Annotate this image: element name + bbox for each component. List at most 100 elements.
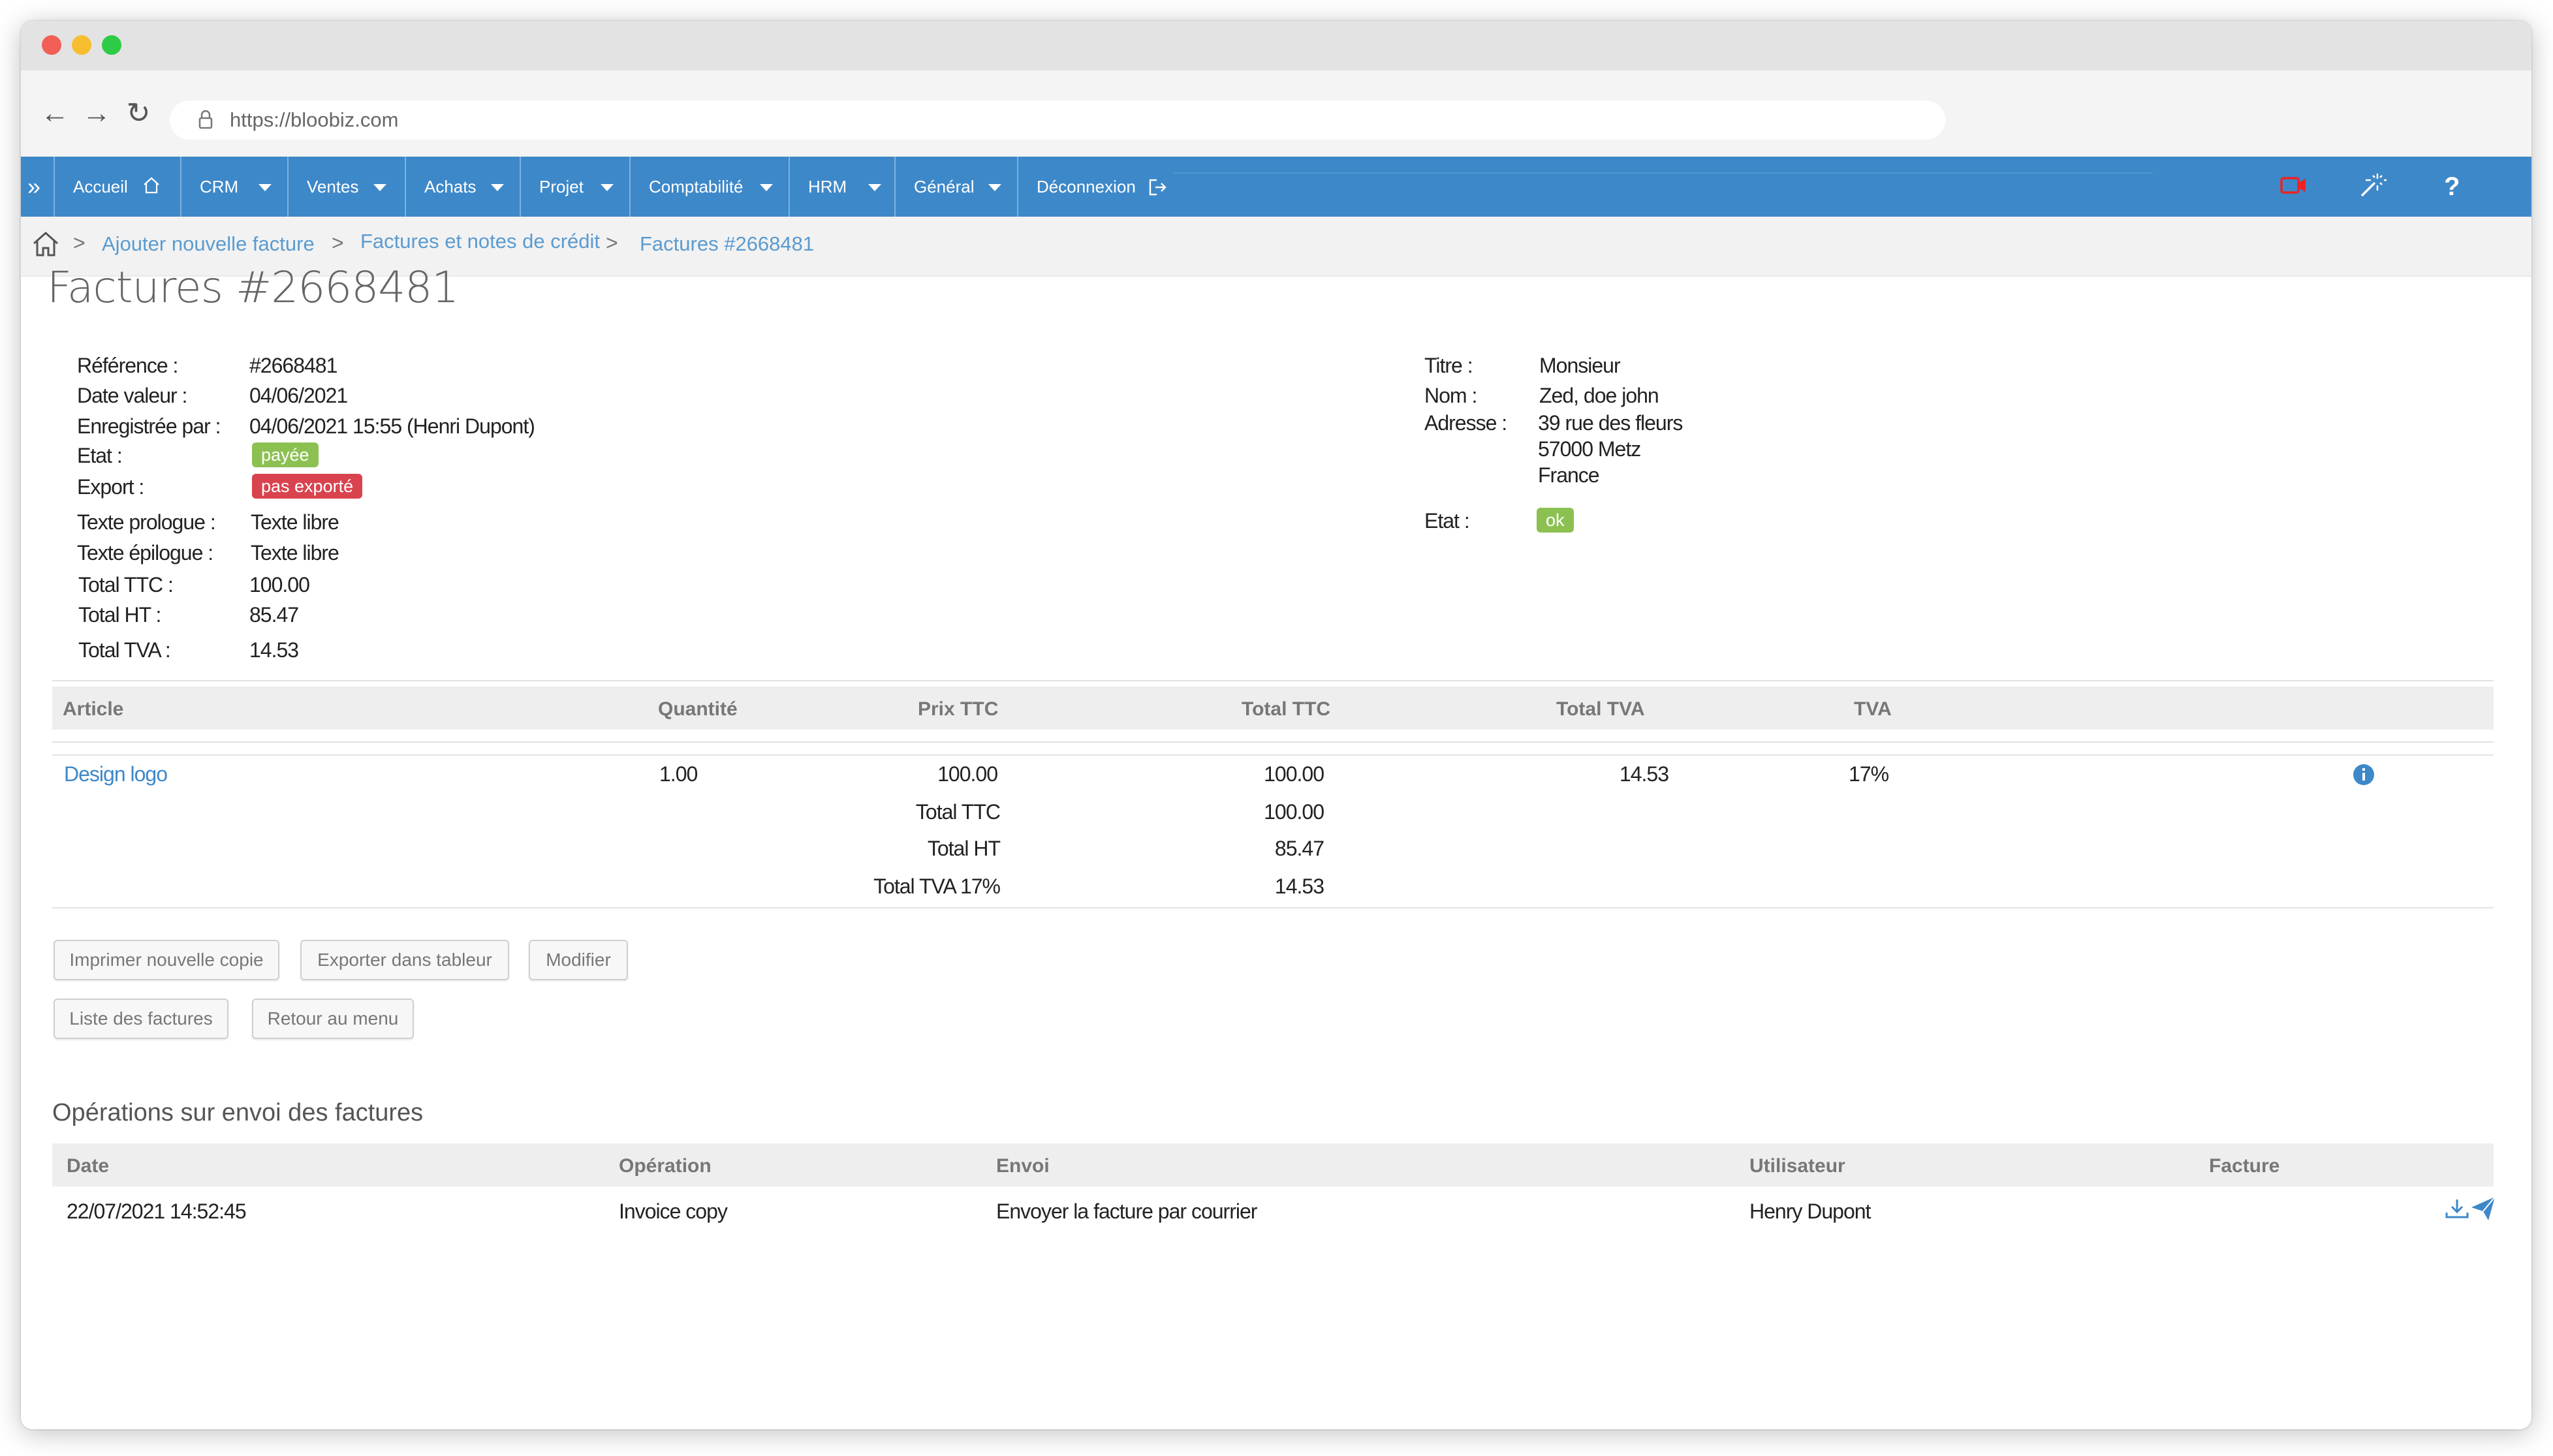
chevron-down-icon <box>760 184 773 191</box>
summary-total-tva-label: Total TVA 17% <box>873 875 1001 898</box>
chevron-down-icon <box>601 184 614 191</box>
total-ht-label: Total HT : <box>78 603 161 627</box>
print-copy-button[interactable]: Imprimer nouvelle copie <box>54 940 279 980</box>
adresse-line3: France <box>1538 463 1600 487</box>
home-icon[interactable] <box>31 230 60 258</box>
menu-divider <box>1174 172 2153 174</box>
menu-achats[interactable]: Achats <box>405 157 521 217</box>
total-tva-label: Total TVA : <box>78 638 171 662</box>
logout-icon <box>1149 179 1167 196</box>
menu-label: CRM <box>200 177 239 196</box>
article-link-design-logo[interactable]: Design logo <box>64 762 168 786</box>
etat-label: Etat : <box>77 444 123 467</box>
reference-label: Référence : <box>77 354 178 377</box>
col-header-tva: TVA <box>1854 698 1892 720</box>
breadcrumb-separator: > <box>606 231 618 255</box>
nom-value: Zed, doe john <box>1539 384 1659 407</box>
browser-toolbar: ← → ↻ https://bloobiz.com <box>21 70 2531 158</box>
menu-label: Ventes <box>307 177 359 196</box>
export-spreadsheet-button[interactable]: Exporter dans tableur <box>300 940 509 980</box>
breadcrumb-separator: > <box>332 231 344 255</box>
help-icon[interactable]: ? <box>2444 157 2460 217</box>
sidebar-toggle-button[interactable]: » <box>21 157 55 217</box>
summary-total-ht-value: 85.47 <box>1274 837 1324 860</box>
article-tva: 17% <box>1849 762 1889 786</box>
breadcrumb-separator: > <box>73 231 86 255</box>
close-window-button[interactable] <box>42 35 61 55</box>
summary-total-ht-label: Total HT <box>927 837 1001 860</box>
epilogue-label: Texte épilogue : <box>77 541 213 565</box>
menu-hrm[interactable]: HRM <box>789 157 896 217</box>
breadcrumb-current[interactable]: Factures #2668481 <box>640 232 814 256</box>
date-valeur-value: 04/06/2021 <box>249 384 348 407</box>
reference-value: #2668481 <box>249 354 337 377</box>
magic-wand-icon[interactable] <box>2358 171 2387 200</box>
video-camera-icon[interactable] <box>2279 174 2308 197</box>
divider <box>52 907 2494 908</box>
col-header-prix-ttc: Prix TTC <box>918 698 999 720</box>
chevron-down-icon <box>988 184 1001 191</box>
operation-type: Invoice copy <box>619 1200 728 1223</box>
col-header-utilisateur: Utilisateur <box>1749 1155 1845 1177</box>
col-header-facture: Facture <box>2209 1155 2280 1177</box>
status-badge-export: pas exporté <box>252 474 363 499</box>
menu-comptabilite[interactable]: Comptabilité <box>629 157 790 217</box>
summary-total-ttc-label: Total TTC <box>915 800 1001 824</box>
article-quantite: 1.00 <box>659 762 698 786</box>
col-header-total-ttc: Total TTC <box>1242 698 1331 720</box>
menu-label: Déconnexion <box>1037 177 1136 196</box>
browser-window: ← → ↻ https://bloobiz.com » Accueil CRM … <box>21 21 2531 1429</box>
enregistree-value: 04/06/2021 15:55 (Henri Dupont) <box>249 414 535 438</box>
nom-label: Nom : <box>1424 384 1477 407</box>
menu-label: Achats <box>424 177 477 196</box>
menu-crm[interactable]: CRM <box>180 157 289 217</box>
title-bar <box>21 21 2531 70</box>
status-badge-payee: payée <box>252 442 319 467</box>
prologue-value: Texte libre <box>251 510 339 534</box>
reload-icon[interactable]: ↻ <box>120 95 157 132</box>
menu-accueil[interactable]: Accueil <box>54 157 181 217</box>
operations-title: Opérations sur envoi des factures <box>52 1099 424 1126</box>
menu-general[interactable]: Général <box>894 157 1018 217</box>
download-icon[interactable] <box>2444 1197 2470 1220</box>
breadcrumb-link-ajouter[interactable]: Ajouter nouvelle facture <box>102 232 315 256</box>
col-header-operation: Opération <box>619 1155 712 1177</box>
col-header-envoi: Envoi <box>996 1155 1050 1177</box>
info-icon[interactable] <box>2353 764 2375 786</box>
minimize-window-button[interactable] <box>72 35 91 55</box>
double-chevron-icon: » <box>27 173 41 200</box>
url-text: https://bloobiz.com <box>230 108 399 131</box>
maximize-window-button[interactable] <box>102 35 121 55</box>
summary-total-ttc-value: 100.00 <box>1264 800 1324 824</box>
back-to-menu-button[interactable]: Retour au menu <box>252 999 414 1039</box>
menu-label: Général <box>914 177 975 196</box>
send-icon[interactable] <box>2470 1196 2496 1222</box>
col-header-date: Date <box>67 1155 110 1177</box>
invoice-list-button[interactable]: Liste des factures <box>54 999 228 1039</box>
back-arrow-icon[interactable]: ← <box>37 95 73 132</box>
epilogue-value: Texte libre <box>251 541 339 565</box>
address-bar[interactable]: https://bloobiz.com <box>170 101 1945 140</box>
chevron-down-icon <box>868 184 881 191</box>
chevron-down-icon <box>491 184 504 191</box>
main-menu: » Accueil CRM Ventes Achats Projet Compt… <box>21 157 2531 217</box>
operation-utilisateur: Henry Dupont <box>1749 1200 1871 1223</box>
menu-projet[interactable]: Projet <box>520 157 631 217</box>
modify-button[interactable]: Modifier <box>529 940 628 980</box>
article-total-ttc: 100.00 <box>1264 762 1324 786</box>
menu-deconnexion[interactable]: Déconnexion <box>1017 157 1174 217</box>
forward-arrow-icon[interactable]: → <box>78 95 115 132</box>
date-valeur-label: Date valeur : <box>77 384 187 407</box>
lock-icon <box>198 110 213 129</box>
summary-total-tva-value: 14.53 <box>1274 875 1324 898</box>
prologue-label: Texte prologue : <box>77 510 216 534</box>
divider <box>52 680 2494 681</box>
status-badge-ok: ok <box>1537 508 1574 533</box>
divider <box>52 741 2494 743</box>
article-total-tva: 14.53 <box>1619 762 1669 786</box>
divider <box>52 754 2494 756</box>
breadcrumb-link-factures[interactable]: Factures et notes de crédit <box>360 230 600 253</box>
chevron-down-icon <box>373 184 386 191</box>
menu-ventes[interactable]: Ventes <box>287 157 406 217</box>
operations-header <box>52 1143 2494 1186</box>
